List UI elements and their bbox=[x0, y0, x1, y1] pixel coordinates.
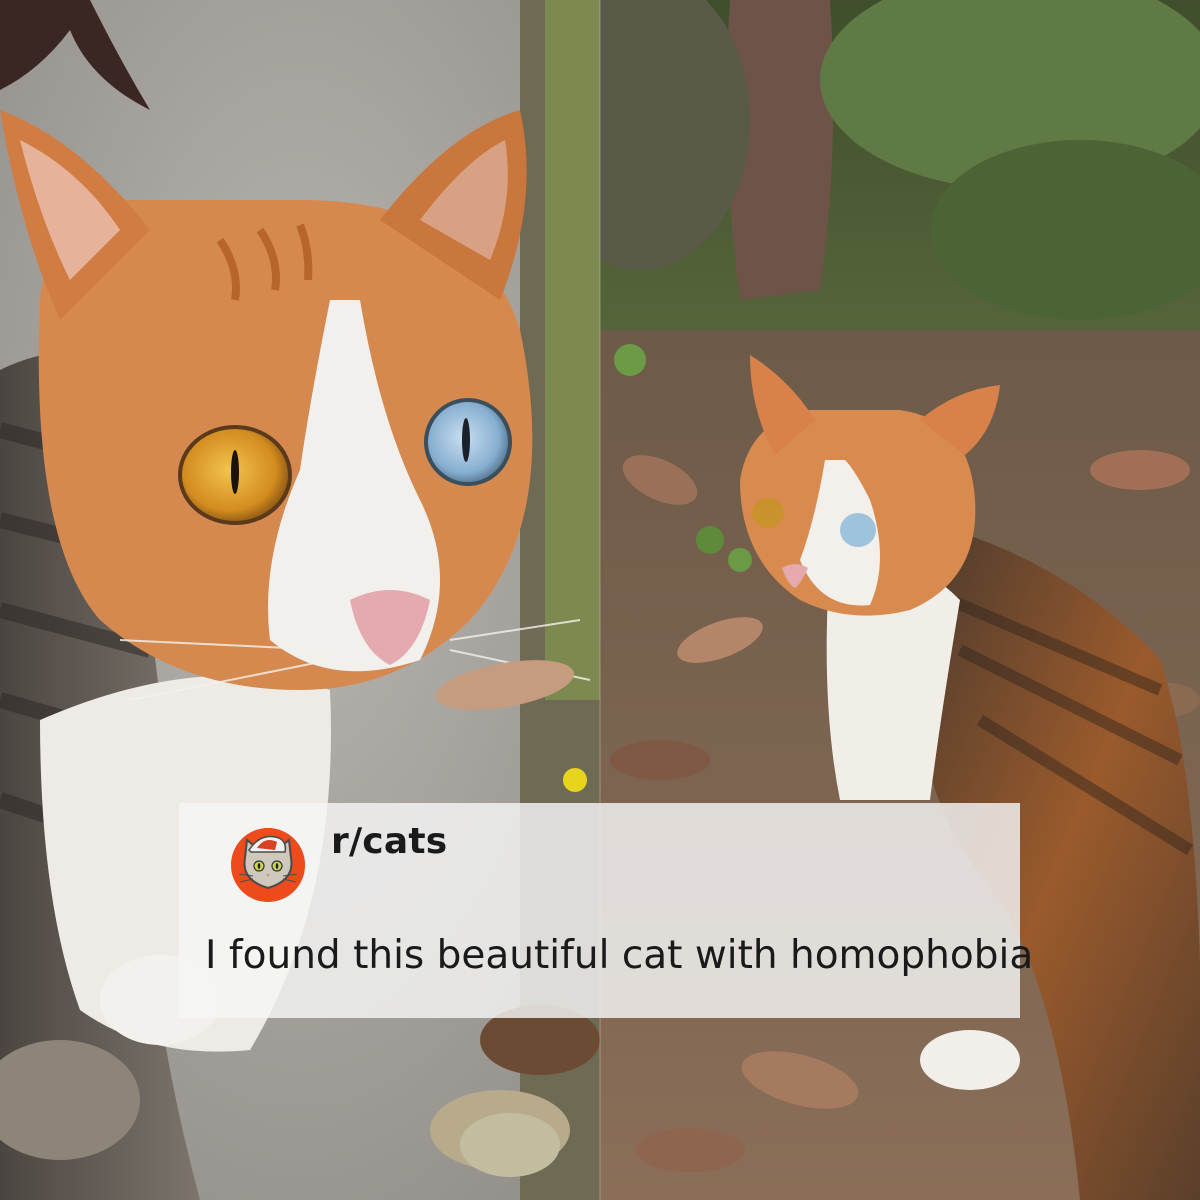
right-cat-photo bbox=[600, 0, 1200, 1200]
subreddit-avatar-icon[interactable] bbox=[231, 828, 305, 902]
photo-divider bbox=[599, 0, 601, 1200]
reddit-post-card: r/cats I found this beautiful cat with h… bbox=[179, 803, 1033, 1018]
subreddit-name[interactable]: r/cats bbox=[331, 821, 447, 862]
post-title: I found this beautiful cat with homophob… bbox=[205, 933, 1034, 978]
left-cat-photo bbox=[0, 0, 600, 1200]
